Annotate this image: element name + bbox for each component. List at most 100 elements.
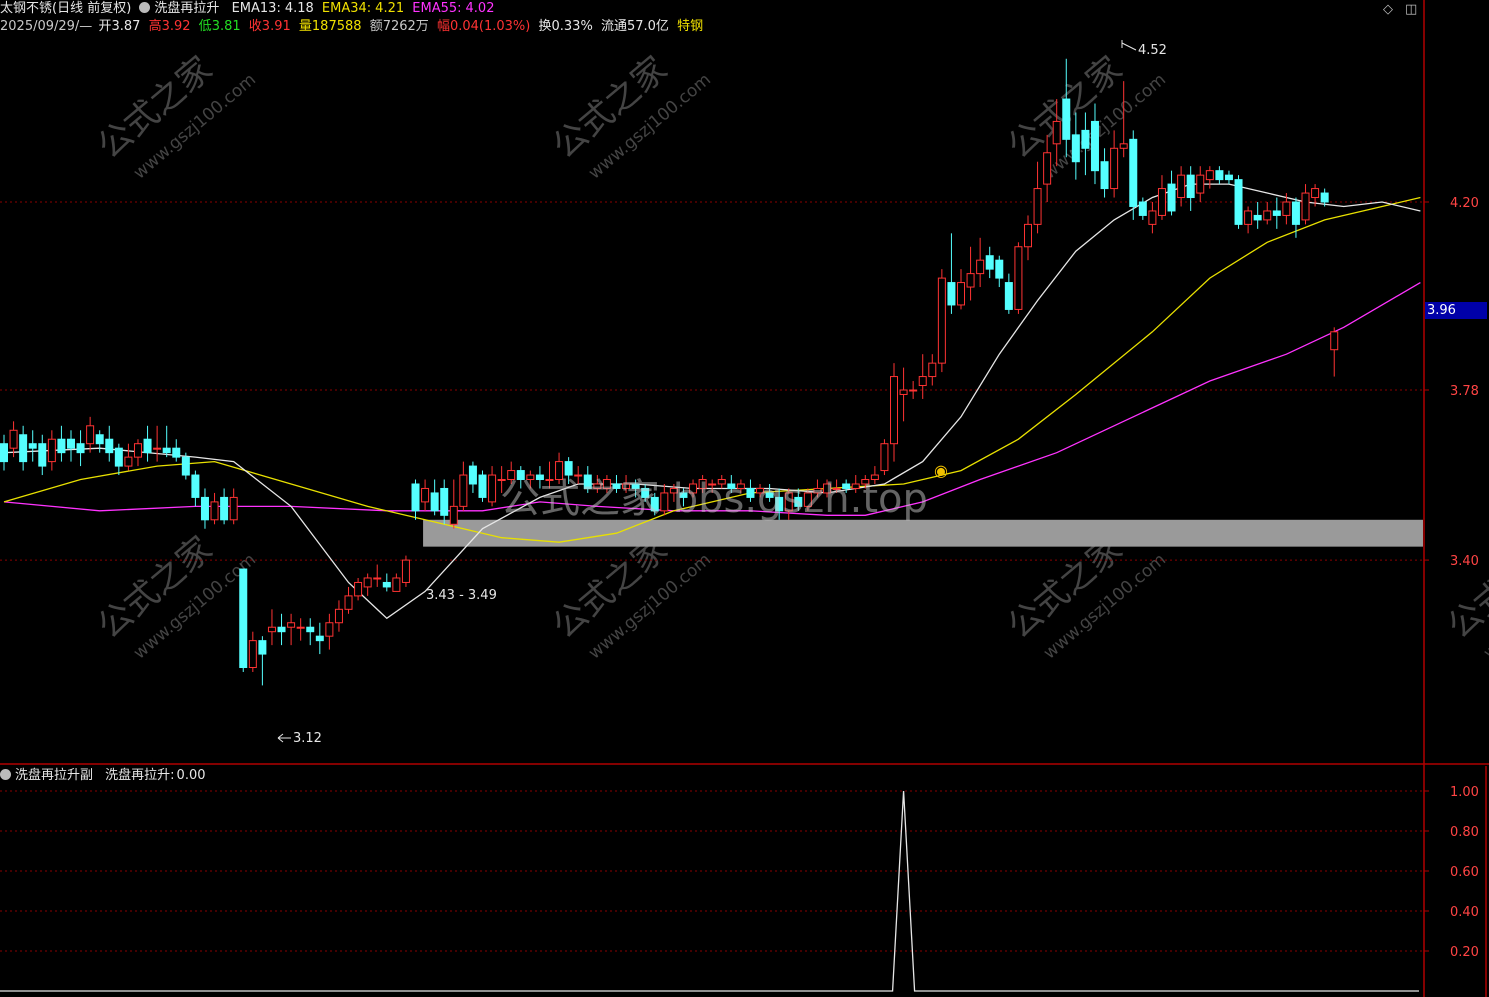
candle-body — [86, 425, 95, 445]
candle — [1253, 202, 1262, 229]
zone-label: 3.43 - 3.49 — [426, 588, 497, 603]
turnover-label: 换 — [538, 19, 552, 34]
candle-body — [0, 443, 8, 463]
candle — [220, 488, 229, 525]
candle-body — [296, 626, 305, 629]
amount-label: 额 — [369, 19, 383, 34]
candle-body — [1100, 161, 1109, 190]
stock-name[interactable]: 太钢不锈(日线 前复权) — [0, 1, 131, 16]
candle-body — [880, 443, 889, 472]
candle — [191, 470, 200, 507]
candle — [880, 439, 889, 476]
candle — [181, 452, 190, 480]
candle-body — [220, 496, 229, 521]
chevron-down-icon[interactable] — [139, 2, 151, 13]
candle — [976, 237, 985, 288]
candle — [459, 461, 468, 511]
candle-body — [162, 447, 171, 454]
sub-indicator-selector[interactable]: 洗盘再拉升副 — [0, 768, 101, 783]
candle-body — [1177, 174, 1186, 199]
volume-value: 187588 — [311, 19, 362, 34]
candle-body — [1167, 183, 1176, 212]
candle-body — [1234, 179, 1243, 225]
low-label: 低 — [198, 19, 212, 34]
candle-body — [1291, 201, 1300, 225]
sub-indicator-label: 洗盘再拉升: — [105, 768, 175, 783]
candle — [392, 573, 401, 592]
candle — [133, 439, 142, 467]
change-value: 0.04(1.03%) — [449, 19, 531, 34]
candle — [1004, 273, 1013, 314]
candle-body — [1263, 210, 1272, 221]
candle — [478, 470, 487, 502]
watermark-tile: 公式之家www.gszj100.com — [90, 49, 260, 184]
candle — [1196, 166, 1205, 202]
high-value: 3.92 — [161, 19, 191, 34]
candle — [143, 425, 152, 462]
signal-tick-label: 0.40 — [1450, 905, 1479, 920]
grid-lines — [0, 201, 1423, 952]
candle — [1081, 112, 1090, 176]
candle-body — [1090, 120, 1099, 172]
candle — [468, 461, 477, 493]
candle — [421, 479, 430, 511]
candle-body — [191, 474, 200, 498]
change-label: 幅 — [436, 19, 450, 34]
candle-body — [1004, 282, 1013, 310]
candle-body — [1282, 201, 1291, 216]
quote-date: 2025/09/29/— — [0, 19, 93, 34]
candle — [354, 577, 363, 601]
candle — [153, 425, 162, 462]
candle — [1177, 166, 1186, 207]
candle — [277, 613, 286, 646]
candle-body — [9, 429, 18, 449]
candle-body — [1138, 201, 1147, 216]
candle-body — [133, 443, 142, 458]
candle-body — [411, 483, 420, 512]
candlestick-chart[interactable]: 公式之家www.gszj100.com 公式之家www.gszj100.com 公式… — [0, 0, 1489, 997]
sector-tag[interactable]: 特钢 — [677, 19, 703, 34]
candle — [1100, 148, 1109, 198]
candle-body — [1196, 174, 1205, 194]
indicator-selector[interactable]: 洗盘再拉升 — [139, 1, 227, 16]
candle-body — [1224, 174, 1233, 181]
candle-body — [1253, 214, 1262, 221]
candle — [47, 430, 56, 471]
sub-panel-title-bar: 洗盘再拉升副 洗盘再拉升: 0.00 — [0, 767, 210, 785]
candle — [38, 434, 47, 476]
watermark-layer: 公式之家www.gszj100.com 公式之家www.gszj100.com 公式… — [90, 49, 1489, 664]
high-mark-arrow — [1121, 40, 1137, 51]
candle-body — [478, 474, 487, 498]
chevron-down-icon[interactable] — [0, 769, 11, 780]
ema13-label: EMA13: — [231, 1, 281, 16]
candle — [1330, 327, 1339, 377]
candle-body — [459, 474, 468, 507]
center-watermark: 公式之家 bbs.gszh.top — [500, 476, 928, 522]
candle — [449, 479, 458, 529]
candle — [1110, 130, 1119, 198]
low-value: 3.81 — [211, 19, 241, 34]
candle-body — [239, 568, 248, 669]
high-label: 高 — [148, 19, 162, 34]
candle-body — [172, 447, 181, 458]
price-badge: 3.96 — [1425, 302, 1487, 319]
candle-body — [909, 389, 918, 392]
candle — [258, 636, 267, 686]
candle-body — [1119, 143, 1128, 149]
signal-line — [0, 790, 1419, 992]
candle — [306, 618, 315, 646]
support-zone — [423, 519, 1424, 547]
candle-body — [1081, 129, 1090, 149]
candle-body — [966, 273, 975, 288]
candle-body — [1110, 147, 1119, 190]
candle — [76, 430, 85, 467]
diamond-icon[interactable]: ◇ — [1383, 2, 1393, 17]
candle-body — [19, 434, 28, 463]
window-toggle-icon[interactable]: ◫ — [1405, 2, 1417, 17]
candle — [909, 381, 918, 399]
candle-body — [890, 376, 899, 445]
candle-body — [449, 505, 458, 525]
candle-body — [440, 487, 449, 516]
candle — [1138, 197, 1147, 220]
candle-body — [277, 626, 286, 633]
